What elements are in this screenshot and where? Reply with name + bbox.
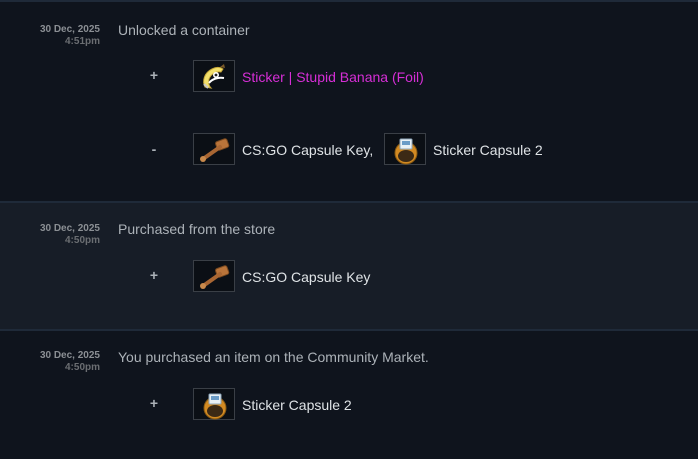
capsule-key-icon[interactable]	[193, 133, 235, 165]
history-date: 30 Dec, 2025	[39, 24, 100, 35]
inventory-history: 30 Dec, 2025 4:51pm Unlocked a container…	[0, 0, 698, 459]
change-sign-minus: -	[151, 141, 157, 157]
banana-sticker-icon[interactable]	[193, 60, 235, 92]
item-name[interactable]: CS:GO Capsule Key,	[242, 141, 373, 159]
item-name[interactable]: Sticker Capsule 2	[242, 396, 352, 414]
history-time: 4:50pm	[64, 235, 100, 246]
item-name[interactable]: Sticker | Stupid Banana (Foil)	[242, 68, 424, 86]
history-date: 30 Dec, 2025	[39, 223, 100, 234]
history-date: 30 Dec, 2025	[39, 350, 100, 361]
item-name[interactable]: Sticker Capsule 2	[433, 141, 543, 159]
history-item[interactable]: CS:GO Capsule Key,	[193, 133, 378, 167]
change-sign-plus: +	[149, 267, 159, 283]
history-time: 4:51pm	[64, 36, 100, 47]
change-sign-plus: +	[149, 395, 159, 411]
history-description: You purchased an item on the Community M…	[118, 349, 429, 365]
sticker-capsule-icon[interactable]	[384, 133, 426, 165]
history-item[interactable]: Sticker Capsule 2	[193, 388, 373, 422]
sticker-capsule-icon[interactable]	[193, 388, 235, 420]
history-description: Purchased from the store	[118, 221, 276, 237]
history-row: 30 Dec, 2025 4:50pm You purchased an ite…	[0, 329, 698, 459]
history-row: 30 Dec, 2025 4:51pm Unlocked a container…	[0, 0, 698, 201]
history-item[interactable]: Sticker Capsule 2	[384, 133, 564, 167]
history-time: 4:50pm	[64, 362, 100, 373]
item-name[interactable]: CS:GO Capsule Key	[242, 268, 370, 286]
history-item[interactable]: Sticker | Stupid Banana (Foil)	[193, 60, 433, 94]
history-description: Unlocked a container	[118, 22, 250, 38]
capsule-key-icon[interactable]	[193, 260, 235, 292]
change-sign-plus: +	[149, 67, 159, 83]
history-row: 30 Dec, 2025 4:50pm Purchased from the s…	[0, 201, 698, 329]
history-item[interactable]: CS:GO Capsule Key	[193, 260, 378, 294]
